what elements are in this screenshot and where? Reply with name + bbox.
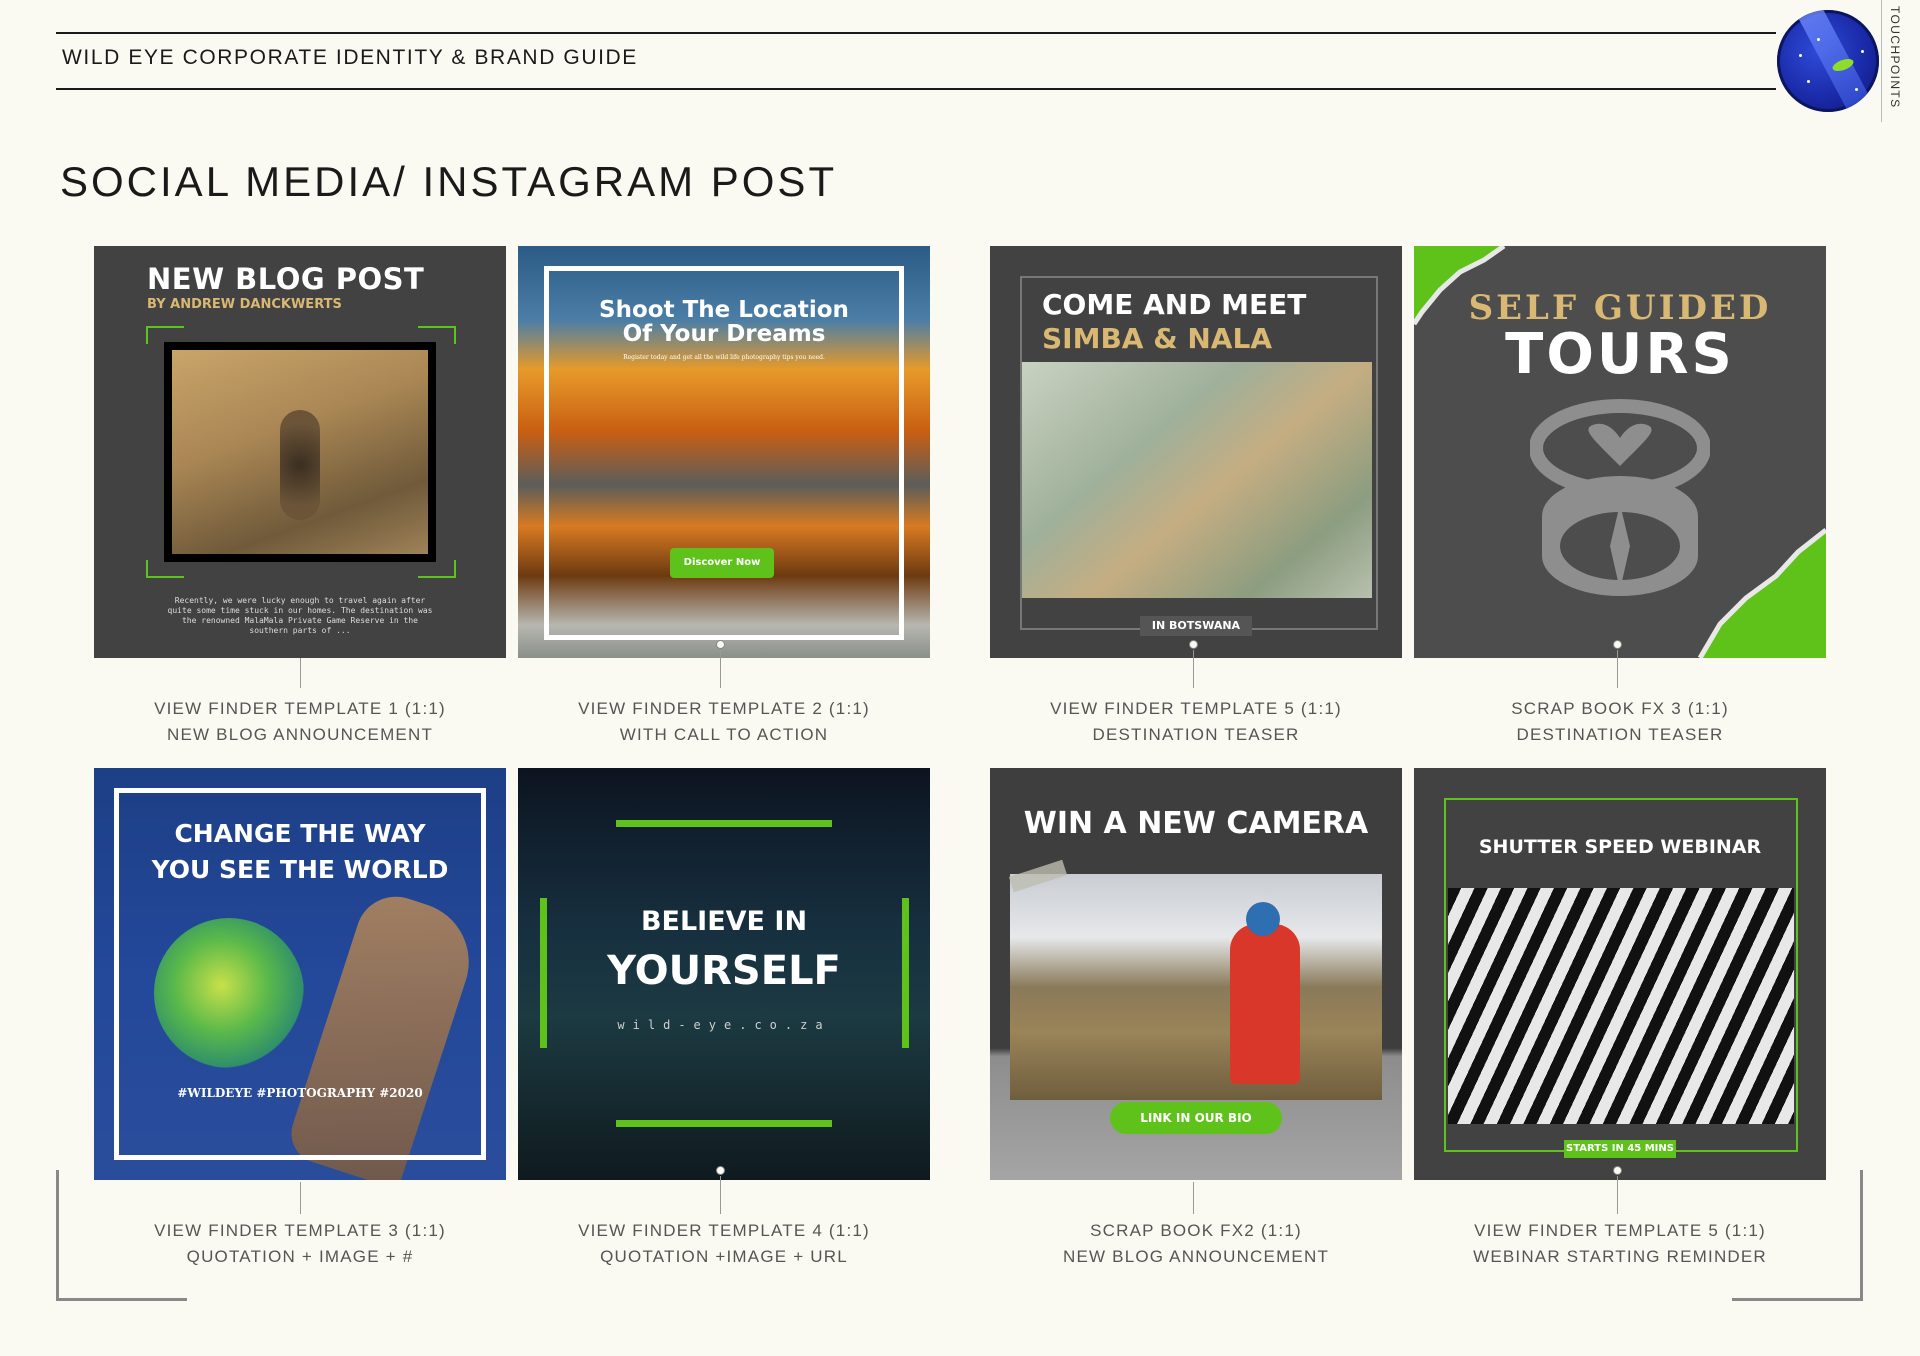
wild-eye-logo-icon (1777, 10, 1879, 112)
caption-title: VIEW FINDER TEMPLATE 5 (1:1) (1050, 699, 1342, 718)
post-headline-line2: YOU SEE THE WORLD (151, 855, 449, 884)
caption-subtitle: NEW BLOG ANNOUNCEMENT (166, 725, 434, 744)
post-believe-yourself: BELIEVE IN YOURSELF wild-eye.co.za (518, 768, 930, 1180)
caption-post-7: SCRAP BOOK FX2 (1:1) NEW BLOG ANNOUNCEME… (990, 1218, 1402, 1270)
caption-subtitle: DESTINATION TEASER (1092, 725, 1300, 744)
caption-post-1: VIEW FINDER TEMPLATE 1 (1:1) NEW BLOG AN… (94, 696, 506, 748)
photo-frame (164, 342, 436, 562)
caption-subtitle: DESTINATION TEASER (1516, 725, 1724, 744)
post-headline: WIN A NEW CAMERA (1023, 806, 1369, 841)
viewfinder-corner (418, 560, 456, 578)
caption-title: VIEW FINDER TEMPLATE 1 (1:1) (154, 699, 446, 718)
compass-icon (1530, 399, 1710, 596)
viewfinder-corner (146, 560, 184, 578)
caption-post-2: VIEW FINDER TEMPLATE 2 (1:1) WITH CALL T… (518, 696, 930, 748)
page-corner-right (1732, 1170, 1863, 1301)
post-headline-line1: BELIEVE IN (640, 906, 808, 937)
caption-title: VIEW FINDER TEMPLATE 2 (1:1) (578, 699, 870, 718)
post-hashtags: #WILDEYE #PHOTOGRAPHY #2020 (177, 1086, 423, 1100)
countdown-tag: STARTS IN 45 MINS (1564, 1140, 1676, 1158)
photographer-photo (1010, 874, 1382, 1100)
post-headline-line1: Shoot The Location (599, 297, 849, 323)
post-simba-nala: COME AND MEET SIMBA & NALA IN BOTSWANA (990, 246, 1402, 658)
post-win-camera: WIN A NEW CAMERA LINK IN OUR BIO (990, 768, 1402, 1180)
post-headline-line2: Of Your Dreams (622, 321, 826, 347)
caption-title: SCRAP BOOK FX2 (1:1) (1090, 1221, 1302, 1240)
post-headline: NEW BLOG POST (147, 262, 425, 296)
document-title: WILD EYE CORPORATE IDENTITY & BRAND GUID… (62, 46, 638, 69)
caption-title: SCRAP BOOK FX 3 (1:1) (1511, 699, 1729, 718)
post-headline-line2: TOURS (1505, 322, 1735, 387)
post-headline-line1: COME AND MEET (1042, 288, 1307, 321)
caption-post-4: SCRAP BOOK FX 3 (1:1) DESTINATION TEASER (1414, 696, 1826, 748)
leopard-photo (172, 350, 428, 554)
side-tab-label: TOUCHPOINTS (1888, 6, 1902, 109)
post-url: wild-eye.co.za (617, 1018, 831, 1032)
caption-title: VIEW FINDER TEMPLATE 4 (1:1) (578, 1221, 870, 1240)
discover-now-button[interactable]: Discover Now (670, 548, 774, 578)
location-tag: IN BOTSWANA (1140, 616, 1252, 636)
caption-subtitle: NEW BLOG ANNOUNCEMENT (1062, 1247, 1330, 1266)
side-tab: TOUCHPOINTS (1886, 6, 1906, 118)
post-shoot-location: Shoot The Location Of Your Dreams Regist… (518, 246, 930, 658)
side-tab-divider (1881, 0, 1882, 122)
post-change-the-way: CHANGE THE WAY YOU SEE THE WORLD #WILDEY… (94, 768, 506, 1180)
post-headline-line2: YOURSELF (607, 948, 841, 994)
lions-photo (1022, 362, 1372, 598)
post-new-blog: NEW BLOG POST BY ANDREW DANCKWERTS Recen… (94, 246, 506, 658)
post-headline: Shoot The Location Of Your Dreams (518, 298, 930, 346)
page-title: SOCIAL MEDIA/ INSTAGRAM POST (60, 158, 838, 205)
post-headline: COME AND MEET SIMBA & NALA (1042, 288, 1306, 356)
page-corner-left (56, 1170, 187, 1301)
post-headline: CHANGE THE WAY YOU SEE THE WORLD (94, 816, 506, 888)
caption-post-3: VIEW FINDER TEMPLATE 5 (1:1) DESTINATION… (990, 696, 1402, 748)
header-bottom-rule (56, 88, 1776, 90)
post-self-guided-tours: SELF GUIDED TOURS (1414, 246, 1826, 658)
post-headline-line2: SIMBA & NALA (1042, 322, 1272, 355)
caption-post-6: VIEW FINDER TEMPLATE 4 (1:1) QUOTATION +… (518, 1218, 930, 1270)
link-in-bio-button[interactable]: LINK IN OUR BIO (1110, 1102, 1282, 1134)
header-top-rule (56, 32, 1776, 34)
post-subline: BY ANDREW DANCKWERTS (147, 297, 342, 312)
post-body: Recently, we were lucky enough to travel… (167, 596, 433, 635)
caption-subtitle: QUOTATION +IMAGE + URL (600, 1247, 848, 1266)
post-shutter-webinar: SHUTTER SPEED WEBINAR STARTS IN 45 MINS (1414, 768, 1826, 1180)
green-bar-bottom (616, 1120, 832, 1127)
green-bar-top (616, 820, 832, 827)
caption-subtitle: WITH CALL TO ACTION (619, 725, 829, 744)
zebra-photo (1448, 888, 1794, 1124)
post-subline: Register today and get all the wild life… (623, 354, 825, 361)
post-headline: SHUTTER SPEED WEBINAR (1478, 836, 1762, 858)
post-headline-line1: CHANGE THE WAY (174, 819, 426, 848)
